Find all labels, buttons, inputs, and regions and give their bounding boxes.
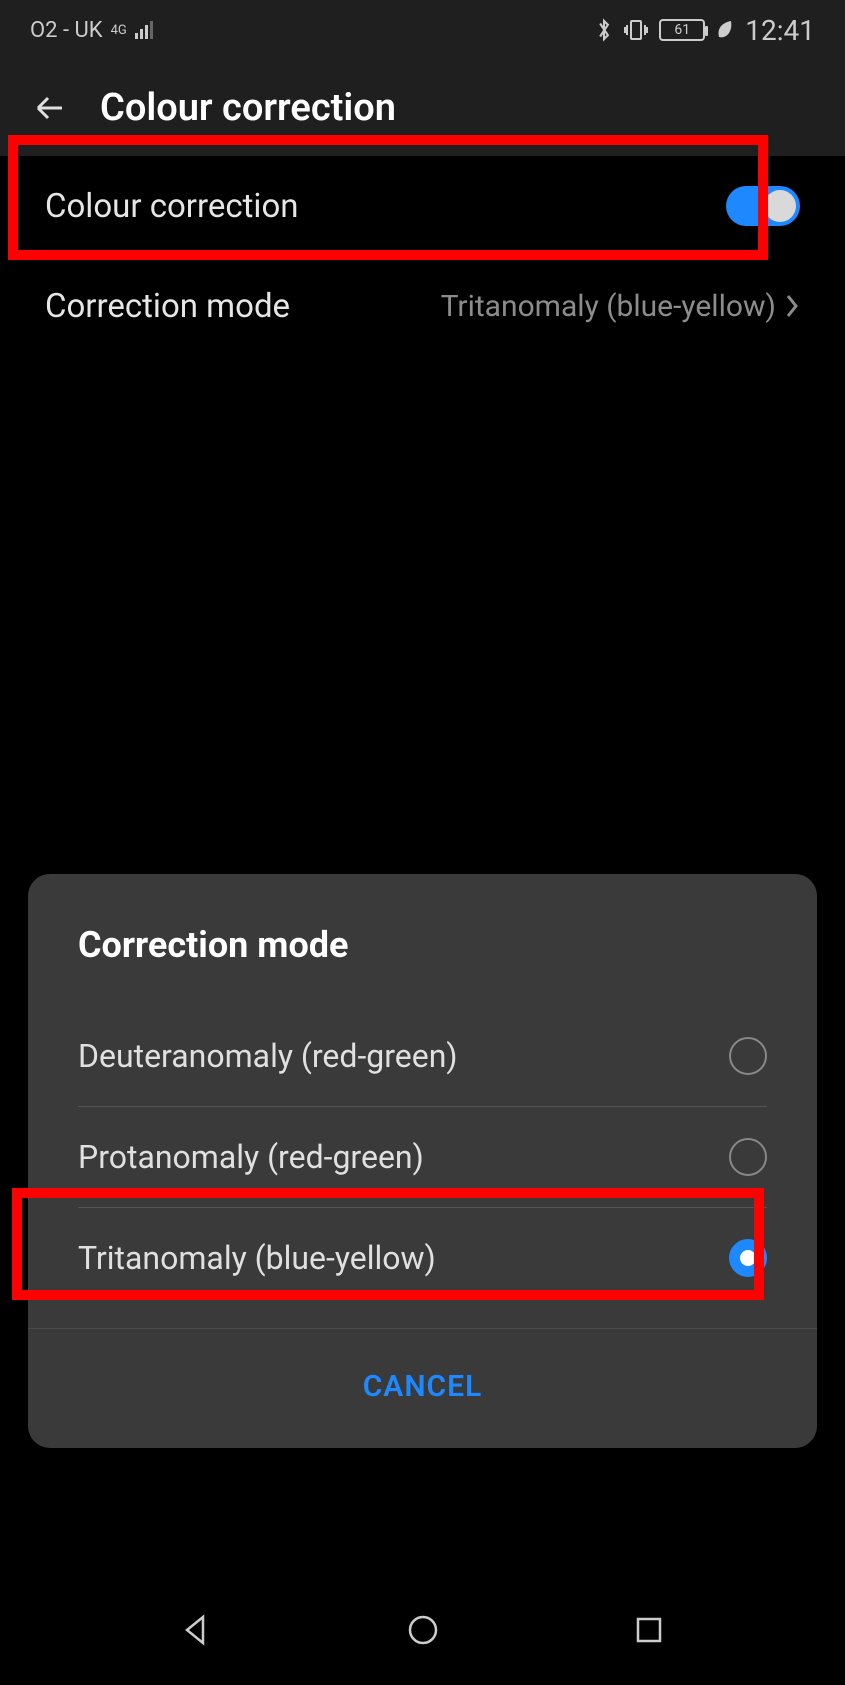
status-right: 61 12:41: [595, 14, 815, 47]
system-nav-bar: [0, 1575, 845, 1685]
network-badge: 4G: [111, 24, 127, 37]
radio-checked-icon: [729, 1239, 767, 1277]
battery-text: 61: [674, 22, 690, 38]
chevron-right-icon: [784, 292, 800, 320]
toggle-knob: [764, 190, 796, 222]
mode-label: Correction mode: [45, 287, 290, 326]
option-tritanomaly[interactable]: Tritanomaly (blue-yellow): [28, 1208, 817, 1308]
circle-home-icon: [406, 1613, 440, 1647]
radio-unchecked-icon: [729, 1037, 767, 1075]
clock-text: 12:41: [745, 14, 815, 47]
correction-mode-dialog: Correction mode Deuteranomaly (red-green…: [28, 874, 817, 1448]
carrier-label: O2 - UK: [30, 18, 103, 43]
app-header: Colour correction: [0, 60, 845, 156]
cancel-button[interactable]: CANCEL: [28, 1328, 817, 1448]
option-protanomaly[interactable]: Protanomaly (red-green): [28, 1107, 817, 1207]
signal-icon: [135, 21, 153, 39]
option-label: Protanomaly (red-green): [78, 1138, 424, 1176]
bluetooth-icon: [595, 17, 613, 43]
option-label: Deuteranomaly (red-green): [78, 1037, 458, 1075]
nav-recent-button[interactable]: [619, 1600, 679, 1660]
nav-back-button[interactable]: [166, 1600, 226, 1660]
dialog-title: Correction mode: [28, 874, 817, 1006]
option-deuteranomaly[interactable]: Deuteranomaly (red-green): [28, 1006, 817, 1106]
correction-mode-row[interactable]: Correction mode Tritanomaly (blue-yellow…: [0, 256, 845, 356]
leaf-icon: [715, 19, 735, 41]
toggle-label: Colour correction: [45, 187, 299, 226]
colour-correction-toggle[interactable]: [726, 186, 800, 226]
nav-home-button[interactable]: [393, 1600, 453, 1660]
radio-unchecked-icon: [729, 1138, 767, 1176]
mode-value: Tritanomaly (blue-yellow): [441, 289, 776, 324]
square-recent-icon: [634, 1615, 664, 1645]
arrow-left-icon: [30, 88, 70, 128]
status-left: O2 - UK 4G: [30, 18, 153, 43]
battery-icon: 61: [659, 19, 705, 41]
colour-correction-toggle-row[interactable]: Colour correction: [0, 156, 845, 256]
back-button[interactable]: [20, 78, 80, 138]
status-bar: O2 - UK 4G 61 12:41: [0, 0, 845, 60]
vibrate-icon: [623, 18, 649, 42]
triangle-back-icon: [179, 1613, 213, 1647]
option-label: Tritanomaly (blue-yellow): [78, 1239, 436, 1277]
page-title: Colour correction: [100, 86, 396, 130]
